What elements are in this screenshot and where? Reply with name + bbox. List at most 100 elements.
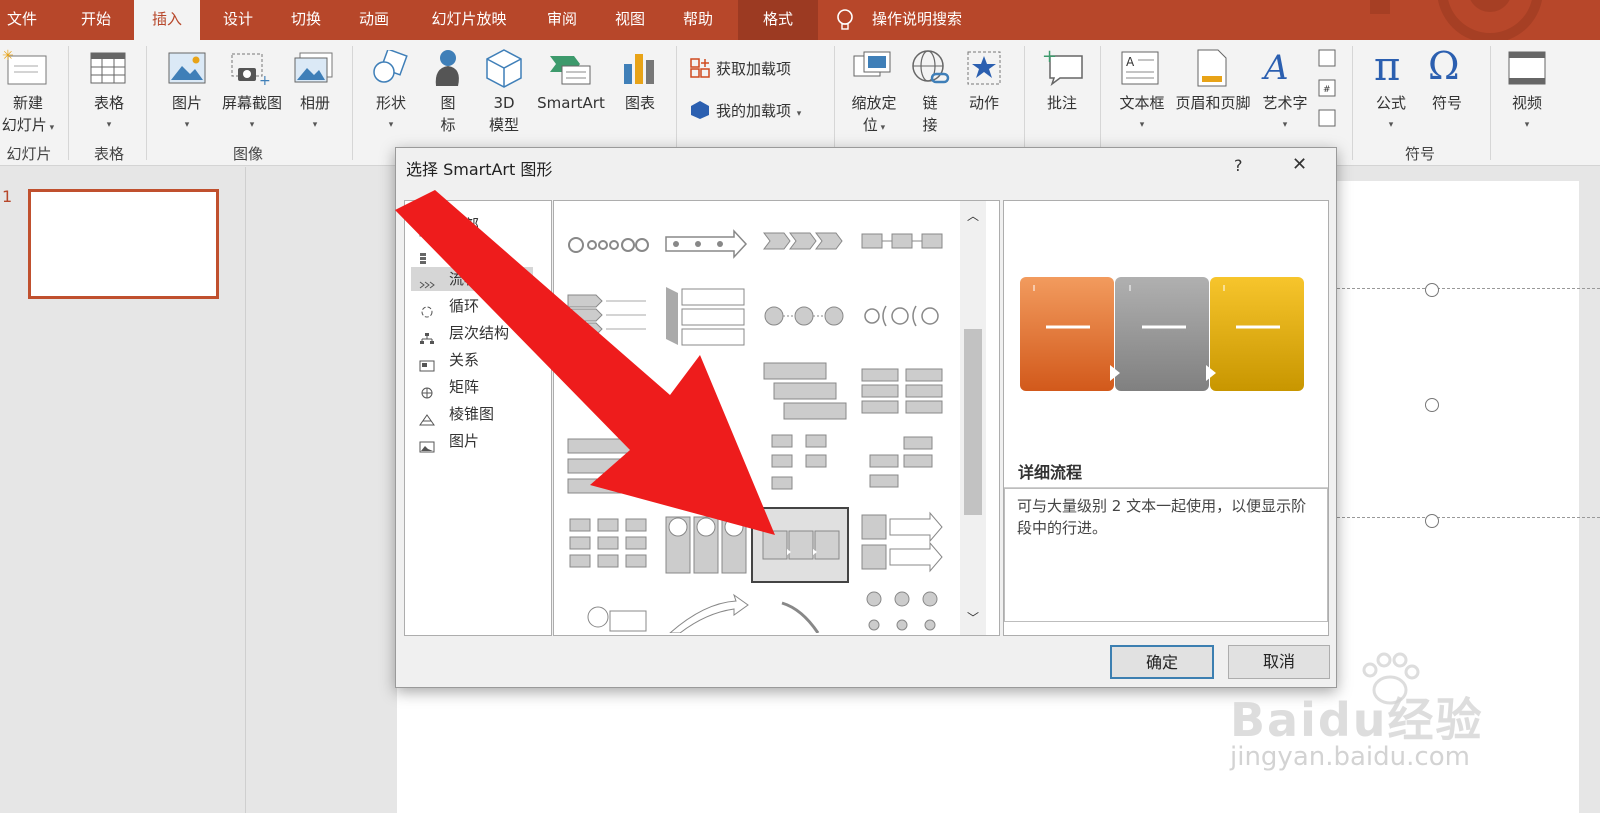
layout-thumb[interactable] bbox=[762, 593, 848, 633]
icons-icon bbox=[430, 48, 466, 88]
watermark-brand: Baidu经验 bbox=[1230, 693, 1484, 747]
dialog-title: 选择 SmartArt 图形 bbox=[406, 160, 553, 179]
placeholder-box[interactable] bbox=[1312, 288, 1600, 518]
my-addins-icon bbox=[690, 100, 710, 120]
slide-number: 1 bbox=[2, 187, 13, 206]
scrollbar-thumb[interactable] bbox=[964, 329, 982, 515]
layout-thumb[interactable] bbox=[566, 587, 652, 633]
zoom-icon bbox=[852, 50, 892, 86]
scroll-up-icon[interactable]: ︿ bbox=[967, 207, 979, 224]
slide-thumbnail[interactable] bbox=[28, 189, 219, 299]
red-arrow-annotation bbox=[395, 190, 775, 535]
help-button[interactable]: ? bbox=[1234, 156, 1243, 175]
tab-animations[interactable]: 动画 bbox=[346, 0, 402, 40]
zoom-button[interactable]: 缩放定位 ▾ bbox=[842, 92, 906, 139]
svg-text:✳: ✳ bbox=[2, 48, 14, 64]
equation-icon: π bbox=[1374, 44, 1401, 90]
header-footer-button[interactable]: 页眉和页脚 bbox=[1168, 92, 1258, 114]
layout-thumb[interactable] bbox=[860, 367, 946, 417]
group-label-slides: 幻灯片 bbox=[6, 145, 52, 163]
decorative-pattern bbox=[1370, 0, 1543, 40]
resize-handle[interactable] bbox=[1425, 398, 1439, 412]
tab-home[interactable]: 开始 bbox=[68, 0, 124, 40]
wordart-icon: A bbox=[1264, 48, 1289, 88]
scroll-down-icon[interactable]: ﹀ bbox=[967, 609, 979, 626]
tab-review[interactable]: 审阅 bbox=[534, 0, 590, 40]
baidu-watermark: Baidu经验 jingyan.baidu.com bbox=[1230, 650, 1530, 772]
ok-button[interactable]: 确定 bbox=[1110, 645, 1214, 679]
link-button[interactable]: 链接 bbox=[912, 92, 948, 136]
slide-thumbnail-pane: 1 bbox=[0, 167, 246, 813]
search-box[interactable]: 操作说明搜索 bbox=[872, 0, 962, 40]
header-footer-icon bbox=[1196, 48, 1228, 88]
tab-view[interactable]: 视图 bbox=[602, 0, 658, 40]
icons-button[interactable]: 图标 bbox=[430, 92, 466, 136]
wordart-button[interactable]: 艺术字 ▾ bbox=[1256, 92, 1314, 136]
new-slide-icon: ✳ bbox=[2, 48, 48, 86]
layout-thumb[interactable] bbox=[860, 511, 946, 577]
action-button[interactable]: 动作 bbox=[960, 92, 1008, 114]
group-label-images: 图像 bbox=[232, 145, 263, 163]
layout-thumb[interactable] bbox=[860, 229, 946, 253]
video-button[interactable]: 视频 ▾ bbox=[1500, 92, 1554, 136]
symbol-button[interactable]: 符号 bbox=[1420, 92, 1474, 114]
watermark-url: jingyan.baidu.com bbox=[1230, 742, 1470, 772]
layout-thumb[interactable] bbox=[860, 301, 946, 331]
ribbon-tab-bar: 文件 开始 插入 设计 切换 动画 幻灯片放映 审阅 视图 帮助 格式 操作说明… bbox=[0, 0, 1600, 40]
shapes-icon bbox=[372, 48, 412, 86]
resize-handle[interactable] bbox=[1425, 283, 1439, 297]
get-addins-icon bbox=[690, 58, 710, 78]
video-icon bbox=[1508, 50, 1546, 86]
my-addins-button[interactable]: 我的加载项 ▾ bbox=[716, 100, 801, 121]
symbol-icon: Ω bbox=[1428, 44, 1460, 88]
preview-description: 可与大量级别 2 文本一起使用，以便显示阶段中的行进。 bbox=[1017, 497, 1307, 537]
svg-text:+: + bbox=[1042, 48, 1057, 67]
preview-pane: 详细流程 可与大量级别 2 文本一起使用，以便显示阶段中的行进。 bbox=[1003, 200, 1329, 636]
text-small-buttons[interactable]: # bbox=[1318, 48, 1338, 128]
3d-model-button[interactable]: 3D 模型 bbox=[480, 92, 528, 136]
layout-thumb[interactable] bbox=[860, 587, 946, 633]
new-slide-button[interactable]: 新建 幻灯片 ▾ bbox=[0, 92, 56, 139]
smartart-button[interactable]: SmartArt bbox=[532, 92, 610, 114]
screenshot-button[interactable]: 屏幕截图 ▾ bbox=[214, 92, 290, 136]
preview-graphic bbox=[1018, 277, 1308, 393]
gallery-scrollbar[interactable]: ︿ ﹀ bbox=[960, 201, 986, 635]
picture-icon bbox=[168, 52, 206, 84]
smartart-icon bbox=[548, 52, 592, 86]
tab-help[interactable]: 帮助 bbox=[670, 0, 726, 40]
shapes-button[interactable]: 形状 ▾ bbox=[364, 92, 418, 136]
layout-thumb[interactable] bbox=[664, 593, 750, 633]
svg-text:A: A bbox=[1126, 55, 1135, 69]
resize-handle[interactable] bbox=[1425, 514, 1439, 528]
preview-title: 详细流程 bbox=[1018, 463, 1083, 482]
preview-description-box: 可与大量级别 2 文本一起使用，以便显示阶段中的行进。 bbox=[1004, 488, 1328, 622]
table-icon bbox=[90, 52, 126, 84]
close-button[interactable]: ✕ bbox=[1292, 154, 1307, 175]
group-label-symbols: 符号 bbox=[1404, 145, 1435, 163]
tab-insert[interactable]: 插入 bbox=[134, 0, 200, 40]
textbox-icon: A bbox=[1120, 50, 1160, 86]
tab-file[interactable]: 文件 bbox=[0, 0, 44, 40]
tab-transitions[interactable]: 切换 bbox=[278, 0, 334, 40]
get-addins-button[interactable]: 获取加载项 bbox=[716, 58, 791, 79]
action-icon bbox=[966, 50, 1002, 86]
group-label-tables: 表格 bbox=[93, 145, 124, 163]
lightbulb-icon bbox=[836, 8, 854, 32]
layout-thumb[interactable] bbox=[860, 435, 946, 501]
picture-button[interactable]: 图片 ▾ bbox=[160, 92, 214, 136]
screenshot-icon: + bbox=[230, 52, 271, 89]
tab-format[interactable]: 格式 bbox=[738, 0, 818, 40]
photo-album-button[interactable]: 相册 ▾ bbox=[290, 92, 340, 136]
chart-button[interactable]: 图表 bbox=[614, 92, 666, 114]
svg-text:#: # bbox=[1323, 85, 1331, 95]
comment-button[interactable]: 批注 bbox=[1036, 92, 1088, 114]
3d-model-icon bbox=[484, 48, 524, 88]
tab-slideshow[interactable]: 幻灯片放映 bbox=[414, 0, 524, 40]
chart-icon bbox=[622, 50, 658, 86]
equation-button[interactable]: 公式 ▾ bbox=[1364, 92, 1418, 136]
tab-design[interactable]: 设计 bbox=[210, 0, 266, 40]
table-button[interactable]: 表格 ▾ bbox=[82, 92, 136, 136]
textbox-button[interactable]: 文本框 ▾ bbox=[1112, 92, 1172, 136]
photo-album-icon bbox=[294, 52, 334, 84]
svg-text:+: + bbox=[259, 73, 270, 86]
